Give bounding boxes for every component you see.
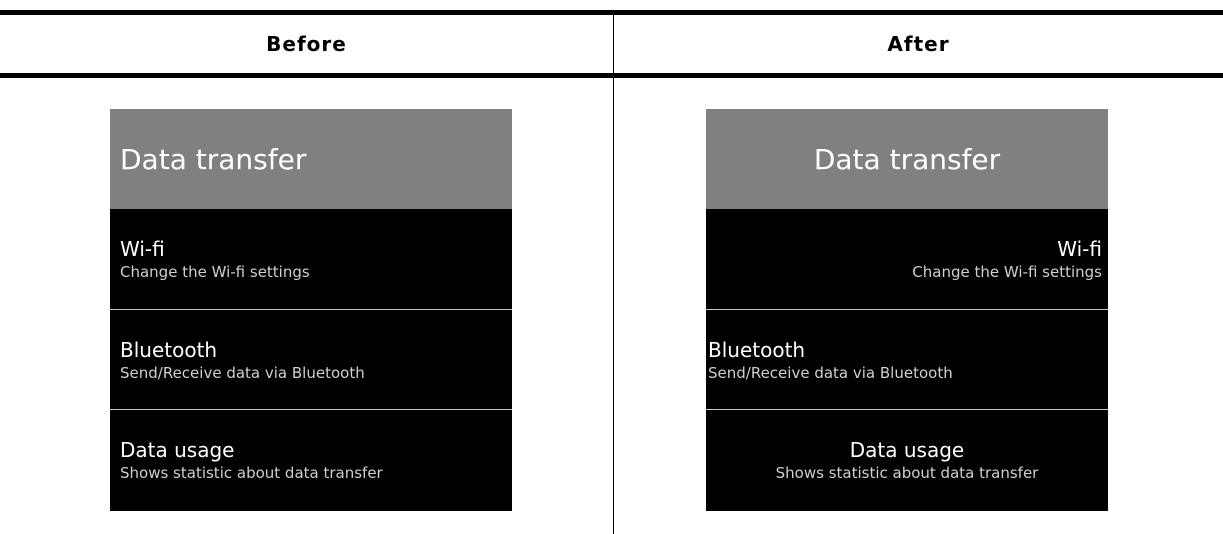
column-header-after: After <box>887 32 950 56</box>
column-divider <box>613 15 614 534</box>
list-item-title: Wi-fi <box>120 237 165 261</box>
list-item-subtitle: Send/Receive data via Bluetooth <box>708 363 953 382</box>
list-item-subtitle: Shows statistic about data transfer <box>120 463 383 482</box>
before-listview-header: Data transfer <box>110 109 512 209</box>
after-list-item-data-usage[interactable]: Data usage Shows statistic about data tr… <box>706 409 1108 509</box>
list-item-title: Data usage <box>120 437 235 462</box>
table-header-rule <box>0 73 1223 78</box>
list-item-title: Bluetooth <box>120 337 218 362</box>
before-list-item-bluetooth[interactable]: Bluetooth Send/Receive data via Bluetoot… <box>110 309 512 409</box>
list-item-subtitle: Change the Wi-fi settings <box>120 263 310 281</box>
column-header-before: Before <box>266 32 347 56</box>
before-listview: Data transfer Wi-fi Change the Wi-fi set… <box>110 109 512 511</box>
after-listview-header: Data transfer <box>706 109 1108 209</box>
before-list-item-wifi[interactable]: Wi-fi Change the Wi-fi settings <box>110 209 512 309</box>
after-list-item-bluetooth[interactable]: Bluetooth Send/Receive data via Bluetoot… <box>706 309 1108 409</box>
list-item-subtitle: Shows statistic about data transfer <box>775 463 1039 482</box>
before-header-title: Data transfer <box>120 142 307 176</box>
after-listview: Data transfer Wi-fi Change the Wi-fi set… <box>706 109 1108 511</box>
list-item-subtitle: Change the Wi-fi settings <box>912 263 1102 281</box>
list-item-title: Data usage <box>849 437 965 462</box>
list-item-subtitle: Send/Receive data via Bluetooth <box>120 363 365 382</box>
before-list-item-data-usage[interactable]: Data usage Shows statistic about data tr… <box>110 409 512 509</box>
list-item-title: Bluetooth <box>708 337 806 362</box>
after-list-item-wifi[interactable]: Wi-fi Change the Wi-fi settings <box>706 209 1108 309</box>
list-item-title: Wi-fi <box>1057 237 1102 261</box>
after-header-title: Data transfer <box>813 142 1001 176</box>
